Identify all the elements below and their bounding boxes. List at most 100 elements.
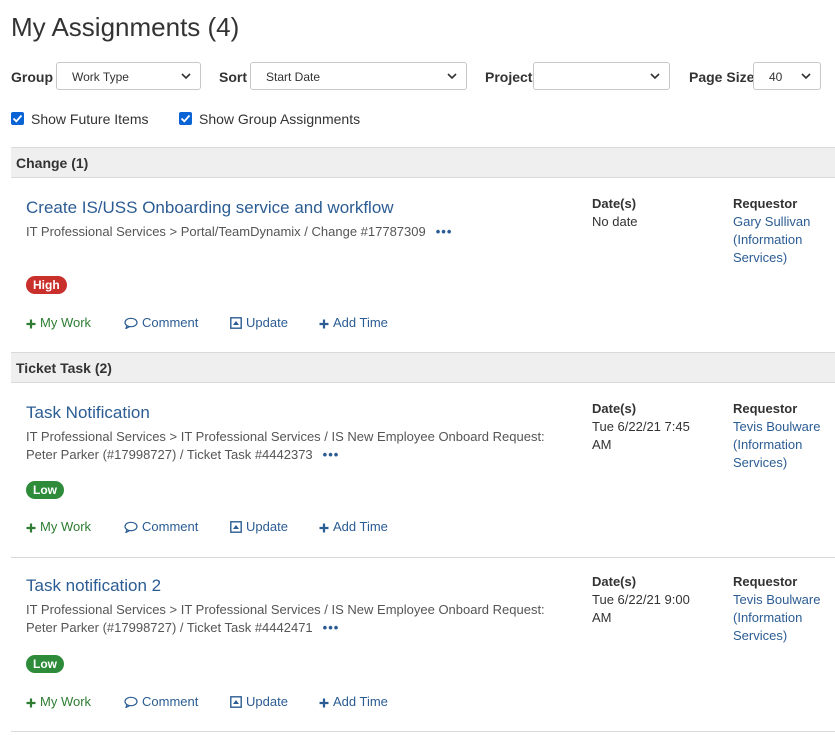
show-group-assignments-checkbox[interactable]: Show Group Assignments (179, 111, 360, 127)
requestor-link[interactable]: Tevis Boulware (Information Services) (733, 419, 820, 470)
comment-button[interactable]: Comment (124, 519, 198, 534)
my-work-button[interactable]: My Work (26, 315, 91, 330)
add-time-button[interactable]: Add Time (319, 315, 388, 330)
dates-block: Date(s) No date (592, 195, 712, 231)
group-title: Ticket Task (2) (16, 360, 112, 376)
requestor-link[interactable]: Gary Sullivan (Information Services) (733, 214, 810, 265)
comment-button[interactable]: Comment (124, 315, 198, 330)
group-header-ticket-task: Ticket Task (2) (11, 352, 835, 383)
assignment-item: Create IS/USS Onboarding service and wor… (11, 178, 835, 352)
update-icon (230, 696, 242, 708)
more-options-icon[interactable]: ••• (323, 447, 340, 462)
comment-icon (124, 317, 138, 329)
comment-button[interactable]: Comment (124, 694, 198, 709)
project-label: Project (485, 69, 533, 85)
item-divider (11, 731, 835, 732)
requestor-block: Requestor Gary Sullivan (Information Ser… (733, 195, 833, 267)
group-title: Change (1) (16, 155, 89, 171)
update-button[interactable]: Update (230, 694, 288, 709)
show-group-assignments-label: Show Group Assignments (199, 111, 361, 127)
my-work-button[interactable]: My Work (26, 519, 91, 534)
group-select-value: Work Type (72, 70, 129, 84)
date-value: Tue 6/22/21 9:00 AM (592, 592, 690, 625)
update-icon (230, 521, 242, 533)
assignment-path: IT Professional Services > IT Profession… (26, 428, 571, 464)
dates-heading: Date(s) (592, 196, 637, 211)
sort-select[interactable]: Start Date (250, 62, 467, 90)
date-value: No date (592, 214, 638, 229)
date-value: Tue 6/22/21 7:45 AM (592, 419, 690, 452)
filter-bar: Group Work Type Sort Start Date Project … (11, 62, 823, 92)
assignment-path: IT Professional Services > Portal/TeamDy… (26, 223, 571, 241)
update-button[interactable]: Update (230, 315, 288, 330)
plus-icon (26, 698, 36, 708)
assignment-item: Task Notification IT Professional Servic… (11, 383, 835, 557)
update-label: Update (246, 315, 288, 330)
requestor-heading: Requestor (733, 574, 798, 589)
comment-label: Comment (142, 519, 199, 534)
pagesize-select[interactable]: 40 (753, 62, 821, 90)
requestor-heading: Requestor (733, 401, 798, 416)
project-select[interactable] (533, 62, 670, 90)
add-time-label: Add Time (333, 519, 388, 534)
pagesize-label: Page Size (689, 69, 755, 85)
assignment-item: Task notification 2 IT Professional Serv… (11, 557, 835, 731)
group-header-change: Change (1) (11, 147, 835, 178)
priority-badge: Low (26, 655, 64, 673)
show-future-items-label: Show Future Items (31, 111, 149, 127)
add-time-button[interactable]: Add Time (319, 694, 388, 709)
assignment-path: IT Professional Services > IT Profession… (26, 601, 571, 637)
dates-block: Date(s) Tue 6/22/21 9:00 AM (592, 573, 712, 627)
comment-label: Comment (142, 315, 199, 330)
plus-icon (319, 698, 329, 708)
plus-icon (319, 319, 329, 329)
dates-heading: Date(s) (592, 401, 637, 416)
plus-icon (26, 319, 36, 329)
chevron-down-icon (447, 73, 457, 80)
assignment-path-text: IT Professional Services > IT Profession… (26, 429, 545, 462)
checkbox-checked-icon[interactable] (11, 112, 24, 125)
assignment-title-link[interactable]: Task Notification (26, 403, 150, 423)
add-time-button[interactable]: Add Time (319, 519, 388, 534)
update-icon (230, 317, 242, 329)
chevron-down-icon (181, 73, 191, 80)
more-options-icon[interactable]: ••• (323, 620, 340, 635)
my-work-label: My Work (40, 694, 92, 709)
chevron-down-icon (801, 73, 811, 80)
comment-icon (124, 696, 138, 708)
comment-icon (124, 521, 138, 533)
my-work-button[interactable]: My Work (26, 694, 91, 709)
requestor-heading: Requestor (733, 196, 798, 211)
sort-label: Sort (219, 69, 247, 85)
my-work-label: My Work (40, 519, 92, 534)
group-select[interactable]: Work Type (56, 62, 201, 90)
more-options-icon[interactable]: ••• (436, 224, 453, 239)
assignment-title-link[interactable]: Create IS/USS Onboarding service and wor… (26, 198, 394, 218)
plus-icon (26, 523, 36, 533)
checkbox-checked-icon[interactable] (179, 112, 192, 125)
requestor-block: Requestor Tevis Boulware (Information Se… (733, 400, 833, 472)
show-future-items-checkbox[interactable]: Show Future Items (11, 111, 149, 127)
plus-icon (319, 523, 329, 533)
requestor-link[interactable]: Tevis Boulware (Information Services) (733, 592, 820, 643)
add-time-label: Add Time (333, 694, 388, 709)
pagesize-select-value: 40 (769, 70, 783, 84)
update-label: Update (246, 694, 288, 709)
dates-heading: Date(s) (592, 574, 637, 589)
group-label: Group (11, 69, 53, 85)
chevron-down-icon (650, 73, 660, 80)
sort-select-value: Start Date (266, 70, 321, 84)
priority-badge: High (26, 276, 67, 294)
priority-badge: Low (26, 481, 64, 499)
update-button[interactable]: Update (230, 519, 288, 534)
add-time-label: Add Time (333, 315, 388, 330)
dates-block: Date(s) Tue 6/22/21 7:45 AM (592, 400, 712, 454)
page-title: My Assignments (4) (11, 12, 240, 42)
update-label: Update (246, 519, 288, 534)
comment-label: Comment (142, 694, 199, 709)
my-work-label: My Work (40, 315, 92, 330)
assignment-path-text: IT Professional Services > Portal/TeamDy… (26, 224, 426, 239)
assignment-title-link[interactable]: Task notification 2 (26, 576, 161, 596)
assignment-path-text: IT Professional Services > IT Profession… (26, 602, 545, 635)
requestor-block: Requestor Tevis Boulware (Information Se… (733, 573, 833, 645)
